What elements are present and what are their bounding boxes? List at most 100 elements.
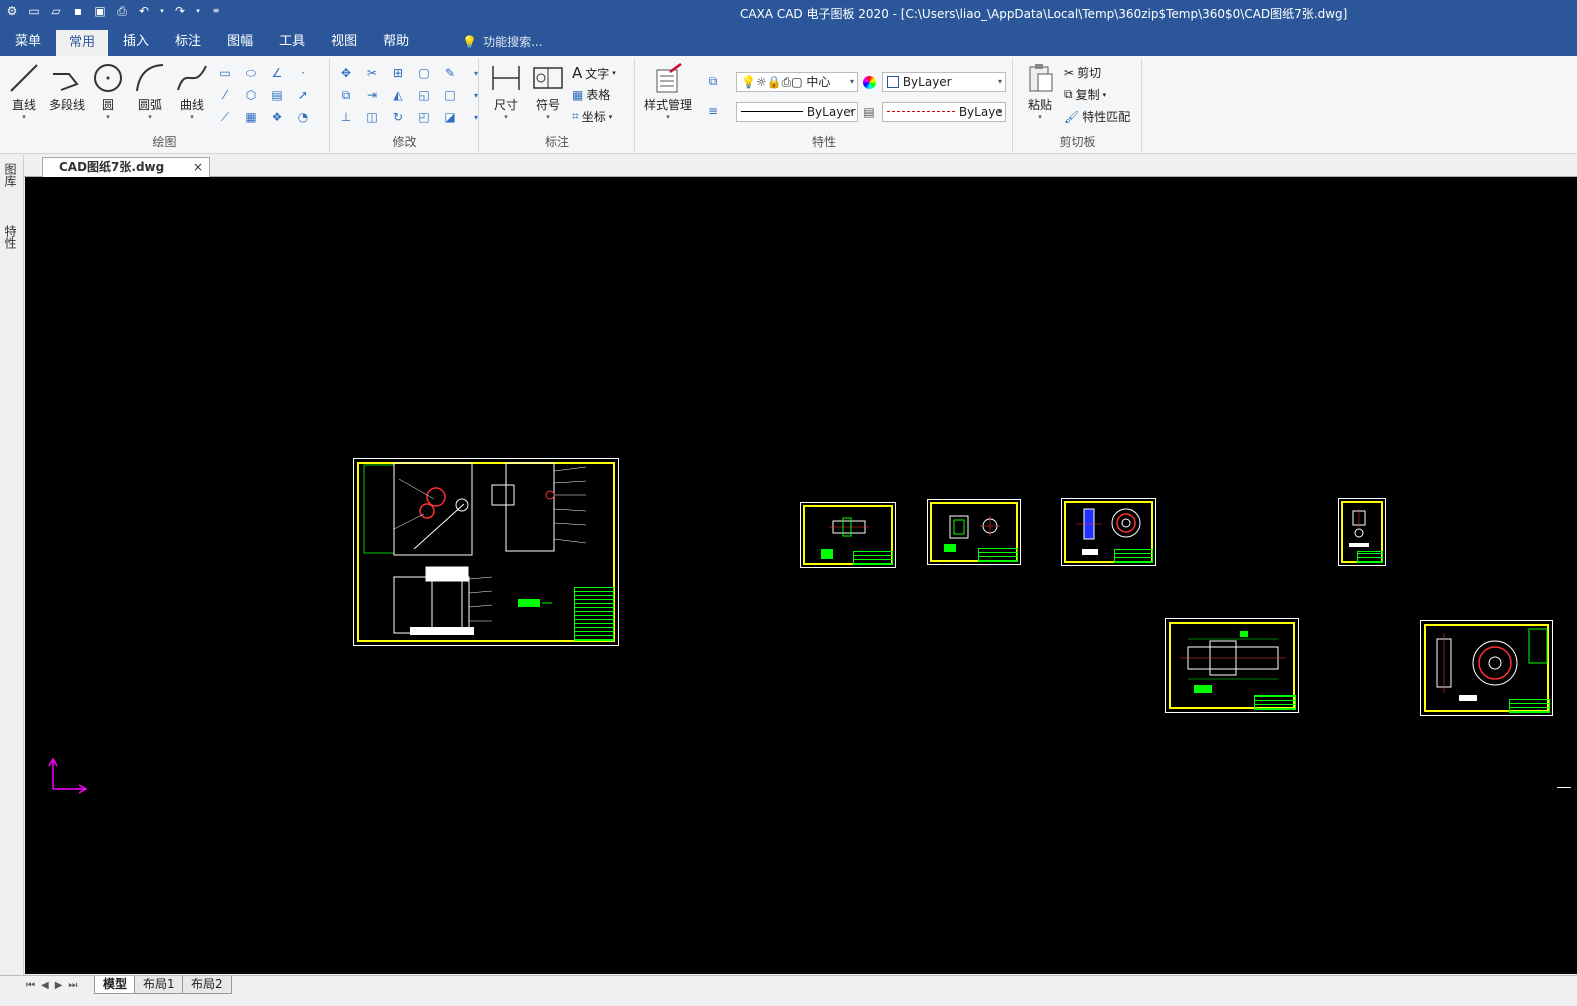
explode-icon[interactable]: □: [441, 86, 459, 104]
tab-menu[interactable]: 菜单: [2, 28, 54, 56]
properties-panel-tab[interactable]: 特性: [3, 225, 19, 249]
properties-group: 样式管理 ▾ ⧉ ≡ 💡☼🔒⎙▢ 中心 ▾ ByLayer ▾ ByLayer ▾…: [636, 58, 1013, 152]
scale-icon[interactable]: ◱: [415, 86, 433, 104]
trim-icon[interactable]: ✂: [363, 64, 381, 82]
polygon-icon[interactable]: ⬡: [242, 86, 260, 104]
drawing-sheet-1[interactable]: [353, 458, 619, 646]
drawing-sheet-7[interactable]: [1420, 620, 1553, 716]
ellipse-icon[interactable]: ⬭: [242, 64, 260, 82]
linetype-combo[interactable]: ByLayer ▾: [736, 102, 858, 122]
layer-manager-icon[interactable]: ⧉: [704, 72, 722, 90]
library-panel-tab[interactable]: 图库: [3, 163, 19, 187]
tab-help[interactable]: 帮助: [370, 28, 422, 56]
fill-icon[interactable]: ▦: [242, 108, 260, 126]
tab-insert[interactable]: 插入: [110, 28, 162, 56]
open-file-icon[interactable]: ▱: [48, 3, 64, 19]
dimension-button[interactable]: 尺寸 ▾: [486, 62, 526, 121]
customize-qat-icon[interactable]: ≡: [208, 3, 224, 19]
tab-tools[interactable]: 工具: [266, 28, 318, 56]
undo-dropdown-icon[interactable]: ▾: [158, 3, 166, 19]
annotate-group-title: 标注: [544, 135, 569, 149]
layout-tab-layout1[interactable]: 布局1: [134, 976, 184, 994]
close-icon[interactable]: ×: [193, 158, 203, 176]
lineweight-combo[interactable]: ByLaye ▾: [882, 102, 1006, 122]
rotate-icon[interactable]: ↻: [389, 108, 407, 126]
stretch-icon[interactable]: ◫: [363, 108, 381, 126]
coordinate-button[interactable]: ⌗ 坐标 ▾: [572, 108, 612, 125]
line-button[interactable]: 直线 ▾: [4, 62, 44, 121]
feature-search[interactable]: 💡 功能搜索...: [462, 28, 542, 56]
circle-icon: [94, 64, 122, 92]
linetype-icon[interactable]: ≡: [704, 102, 722, 120]
match-properties-button[interactable]: 🖌 特性匹配: [1064, 108, 1130, 125]
leader-icon[interactable]: ➚: [294, 86, 312, 104]
extend-icon[interactable]: ⇥: [363, 86, 381, 104]
point-icon[interactable]: ·: [294, 64, 312, 82]
chevron-down-icon: ▾: [849, 77, 854, 86]
copy-button[interactable]: ⧉ 复制 ▾: [1064, 86, 1106, 103]
color-combo[interactable]: ByLayer ▾: [882, 72, 1006, 92]
annotate-group: 尺寸 ▾ 符号 ▾ A 文字 ▾ ▦ 表格 ⌗ 坐标 ▾ 标注: [480, 58, 635, 152]
break-icon[interactable]: ⊥: [337, 108, 355, 126]
curve-button[interactable]: 曲线 ▾: [172, 62, 212, 121]
table-button[interactable]: ▦ 表格: [572, 86, 610, 103]
parallel-line-icon[interactable]: ⁄: [216, 86, 234, 104]
tab-annotate[interactable]: 标注: [162, 28, 214, 56]
drawing-sheet-5[interactable]: [1338, 498, 1386, 566]
document-tab[interactable]: CAD图纸7张.dwg ×: [42, 157, 210, 177]
ribbon: 直线 ▾ 多段线 圆 ▾ 圆弧 ▾ 曲线 ▾ ▭ ⬭ ∠ · ⁄ ⬡ ▤ ➚ ⟋ ▦: [0, 56, 1577, 154]
polyline-button[interactable]: 多段线: [46, 62, 88, 113]
fillet-icon[interactable]: ◪: [441, 108, 459, 126]
chamfer-icon[interactable]: ◰: [415, 108, 433, 126]
color-wheel-icon[interactable]: [860, 73, 878, 91]
drawing-sheet-2[interactable]: [800, 502, 896, 568]
layer-combo[interactable]: 💡☼🔒⎙▢ 中心 ▾: [736, 72, 858, 92]
app-logo-icon[interactable]: ⚙: [4, 3, 20, 19]
block-icon[interactable]: ❖: [268, 108, 286, 126]
document-tab-label: CAD图纸7张.dwg: [59, 160, 165, 174]
angle-line-icon[interactable]: ∠: [268, 64, 286, 82]
centerline-icon[interactable]: ⟋: [216, 108, 234, 126]
tab-view[interactable]: 视图: [318, 28, 370, 56]
drawing-sheet-3[interactable]: [927, 499, 1021, 565]
drawing-sheet-4[interactable]: [1061, 498, 1156, 566]
layout-tab-bar: ⏮◀▶⏭ 模型 布局1 布局2: [0, 975, 1577, 1006]
eraser-icon[interactable]: ✎: [441, 64, 459, 82]
chevron-down-icon: ▾: [849, 107, 854, 116]
arc-button[interactable]: 圆弧 ▾: [130, 62, 170, 121]
new-file-icon[interactable]: ▭: [26, 3, 42, 19]
undo-icon[interactable]: ↶: [136, 3, 152, 19]
symbol-button[interactable]: 符号 ▾: [528, 62, 568, 121]
offset-icon[interactable]: ▢: [415, 64, 433, 82]
hatch-icon[interactable]: ▤: [268, 86, 286, 104]
rectangle-icon[interactable]: ▭: [216, 64, 234, 82]
modify-group-title: 修改: [392, 135, 417, 149]
tab-sheet[interactable]: 图幅: [214, 28, 266, 56]
move-icon[interactable]: ✥: [337, 64, 355, 82]
save-icon[interactable]: ▪: [70, 3, 86, 19]
circle-button[interactable]: 圆 ▾: [88, 62, 128, 121]
paste-button[interactable]: 粘贴 ▾: [1020, 62, 1060, 121]
layout-navigation-icons[interactable]: ⏮◀▶⏭: [26, 980, 83, 991]
layout-tab-layout2[interactable]: 布局2: [182, 976, 232, 994]
drawing-canvas[interactable]: [25, 177, 1577, 974]
drawing-sheet-6[interactable]: [1165, 618, 1299, 713]
mirror-icon[interactable]: ◭: [389, 86, 407, 104]
save-all-icon[interactable]: ▣: [92, 3, 108, 19]
image-icon[interactable]: ◔: [294, 108, 312, 126]
cut-button[interactable]: ✂ 剪切: [1064, 64, 1101, 81]
layout-tab-model[interactable]: 模型: [94, 976, 137, 994]
document-tab-bar: CAD图纸7张.dwg ×: [24, 155, 1577, 177]
redo-dropdown-icon[interactable]: ▾: [194, 3, 202, 19]
coordinate-icon: ⌗: [572, 109, 579, 123]
redo-icon[interactable]: ↷: [172, 3, 188, 19]
text-button[interactable]: A 文字 ▾: [572, 64, 616, 82]
style-manager-button[interactable]: 样式管理 ▾: [640, 62, 696, 121]
array-icon[interactable]: ⊞: [389, 64, 407, 82]
paste-icon: [1029, 64, 1053, 92]
print-icon[interactable]: ⎙: [114, 3, 130, 19]
tab-home[interactable]: 常用: [56, 30, 109, 56]
copy-object-icon[interactable]: ⧉: [337, 86, 355, 104]
lineweight-icon[interactable]: ▤: [860, 103, 878, 121]
clipboard-group: 粘贴 ▾ ✂ 剪切 ⧉ 复制 ▾ 🖌 特性匹配 剪切板: [1014, 58, 1142, 152]
